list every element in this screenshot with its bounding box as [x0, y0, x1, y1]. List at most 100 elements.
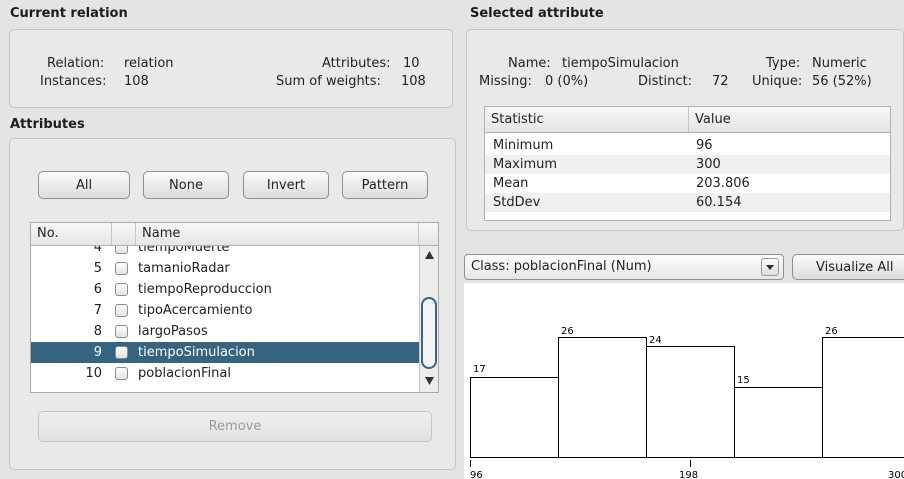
sum-weights-value: 108 [401, 74, 426, 89]
row-name: tiempoSimulacion [138, 345, 255, 360]
row-checkbox[interactable] [115, 246, 128, 254]
row-name: tiempoMuerte [138, 246, 230, 255]
axis-label-max: 300 [888, 470, 904, 479]
histogram-bar-2 [558, 337, 647, 458]
table-row[interactable]: 5 tamanioRadar [31, 258, 419, 279]
stat-value: 300 [696, 157, 721, 172]
table-row[interactable]: 6 tiempoReproduccion [31, 279, 419, 300]
table-row-selected[interactable]: 9 tiempoSimulacion [31, 342, 419, 363]
table-row: Minimum 96 [485, 136, 890, 155]
instances-label: Instances: [40, 74, 107, 89]
attr-distinct-value: 72 [712, 74, 729, 89]
visualize-all-button[interactable]: Visualize All [792, 254, 904, 280]
instances-value: 108 [124, 74, 149, 89]
row-name: tamanioRadar [138, 261, 230, 276]
row-checkbox[interactable] [115, 346, 128, 359]
attributes-title: Attributes [10, 117, 85, 132]
stat-value: 96 [696, 138, 713, 153]
attributes-count-label: Attributes: [322, 56, 391, 71]
column-header-value[interactable]: Value [689, 107, 890, 132]
attr-unique-label: Unique: [752, 74, 803, 89]
row-checkbox[interactable] [115, 262, 128, 275]
attr-missing-label: Missing: [479, 74, 532, 89]
row-name: poblacionFinal [138, 366, 231, 381]
sum-weights-label: Sum of weights: [276, 74, 381, 89]
row-name: tiempoReproduccion [138, 282, 272, 297]
column-header-checkbox[interactable] [112, 223, 136, 245]
attributes-count-value: 10 [403, 56, 420, 71]
attr-name-label: Name: [508, 56, 551, 71]
scroll-up-icon [425, 251, 434, 259]
histogram-count-label-4: 15 [737, 375, 750, 386]
attr-name-value: tiempoSimulacion [562, 56, 679, 71]
table-row[interactable]: 4 tiempoMuerte [31, 246, 419, 258]
attributes-table-header: No. Name [31, 223, 438, 246]
attr-missing-value: 0 (0%) [545, 74, 589, 89]
histogram-bar-1 [470, 377, 559, 458]
row-checkbox[interactable] [115, 283, 128, 296]
axis-label-mid: 198 [679, 470, 698, 479]
class-select-value: Class: poblacionFinal (Num) [471, 259, 652, 274]
scrollbar-graphic [421, 251, 437, 385]
row-number: 9 [93, 345, 102, 360]
histogram-graphic: 17 26 24 15 26 96 198 300 [470, 326, 904, 479]
select-none-button[interactable]: None [143, 171, 229, 199]
select-all-button[interactable]: All [38, 171, 130, 199]
attr-type-label: Type: [766, 56, 801, 71]
column-header-no[interactable]: No. [31, 223, 112, 245]
histogram-bar-5 [822, 337, 904, 458]
attr-distinct-label: Distinct: [638, 74, 692, 89]
column-header-name[interactable]: Name [136, 223, 419, 245]
table-row[interactable]: 8 largoPasos [31, 321, 419, 342]
invert-selection-button[interactable]: Invert [243, 171, 329, 199]
histogram-canvas: 17 26 24 15 26 96 198 300 [464, 283, 904, 479]
stat-value: 203.806 [696, 176, 750, 191]
stat-name: StdDev [493, 195, 541, 210]
attributes-table[interactable]: No. Name 4 tiempoMuerte 5 tamanioRadar 6… [30, 222, 439, 393]
remove-button[interactable]: Remove [38, 411, 432, 442]
row-name: tipoAcercamiento [138, 303, 253, 318]
row-checkbox[interactable] [115, 304, 128, 317]
row-number: 5 [93, 261, 102, 276]
attributes-scrollbar[interactable] [419, 246, 438, 392]
axis-label-min: 96 [470, 470, 483, 479]
histogram-bar-3 [646, 346, 735, 458]
attr-type-value: Numeric [812, 56, 867, 71]
table-row: Maximum 300 [485, 155, 890, 174]
scroll-down-icon [425, 377, 434, 385]
relation-label: Relation: [47, 56, 105, 71]
row-number: 7 [93, 303, 102, 318]
table-row[interactable]: 10 poblacionFinal [31, 363, 419, 384]
statistics-table[interactable]: Statistic Value Minimum 96 Maximum 300 M… [484, 106, 891, 221]
attr-unique-value: 56 (52%) [812, 74, 872, 89]
table-row[interactable]: 7 tipoAcercamiento [31, 300, 419, 321]
column-header-statistic[interactable]: Statistic [485, 107, 689, 132]
relation-value: relation [124, 56, 174, 71]
row-checkbox[interactable] [115, 367, 128, 380]
row-checkbox[interactable] [115, 325, 128, 338]
row-number: 8 [93, 324, 102, 339]
stat-name: Mean [493, 176, 529, 191]
attributes-table-body: 4 tiempoMuerte 5 tamanioRadar 6 tiempoRe… [31, 246, 419, 392]
stat-value: 60.154 [696, 195, 742, 210]
chevron-down-icon[interactable] [761, 258, 779, 276]
row-name: largoPasos [138, 324, 208, 339]
row-number: 10 [85, 366, 102, 381]
histogram-count-label-5: 26 [825, 326, 838, 337]
histogram-count-label-1: 17 [473, 364, 486, 375]
stat-name: Minimum [493, 138, 554, 153]
current-relation-title: Current relation [10, 6, 128, 21]
selected-attribute-title: Selected attribute [470, 6, 604, 21]
scrollbar-thumb [421, 297, 437, 369]
table-row: StdDev 60.154 [485, 193, 890, 212]
histogram-bar-4 [734, 387, 823, 458]
histogram-count-label-2: 26 [561, 326, 574, 337]
table-row: Mean 203.806 [485, 174, 890, 193]
histogram-count-label-3: 24 [649, 335, 662, 346]
row-number: 6 [93, 282, 102, 297]
stat-name: Maximum [493, 157, 558, 172]
row-number: 4 [93, 246, 102, 255]
class-select[interactable]: Class: poblacionFinal (Num) [464, 254, 784, 280]
pattern-button[interactable]: Pattern [342, 171, 428, 199]
statistics-table-header: Statistic Value [485, 107, 890, 133]
